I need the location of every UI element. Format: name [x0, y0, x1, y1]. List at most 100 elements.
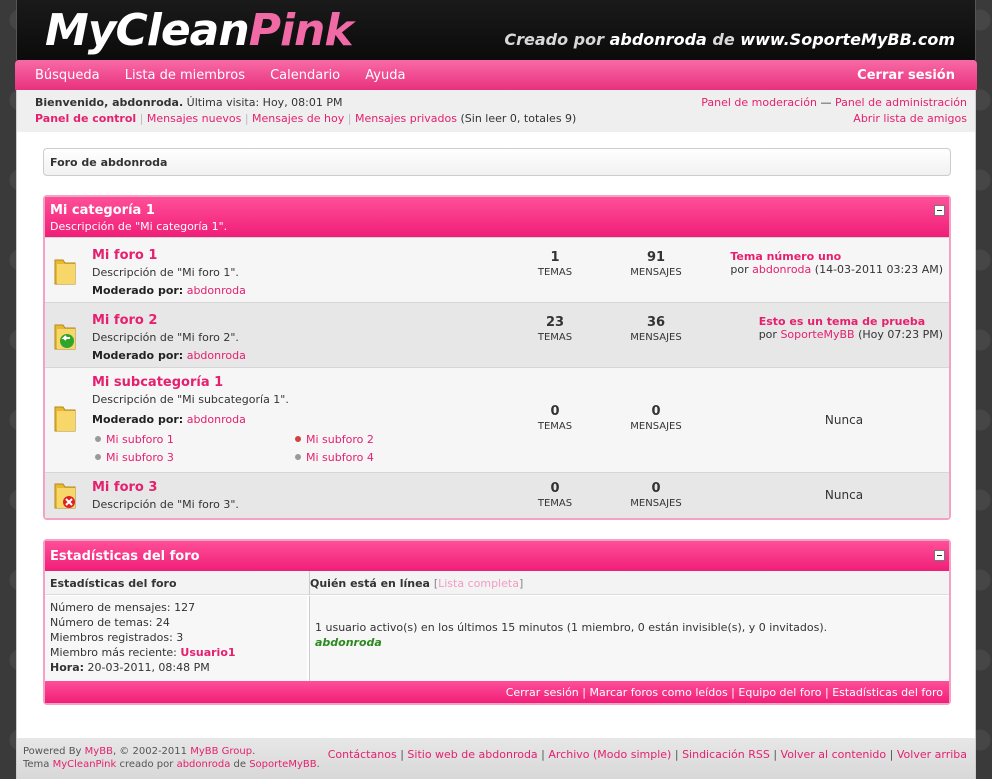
forum-description: Descripción de "Mi subcategoría 1".: [92, 393, 289, 406]
stats-footer: Cerrar sesión | Marcar foros como leídos…: [45, 681, 949, 703]
page-footer: Powered By MyBB, © 2002-2011 MyBB Group.…: [16, 738, 976, 779]
forum-moderator: Moderado por: abdonroda: [92, 413, 246, 426]
category-header: Mi categoría 1 Descripción de "Mi catego…: [45, 197, 949, 237]
stats-title[interactable]: Estadísticas del foro: [50, 549, 944, 564]
stats-table: Estadísticas del foro Estadísticas del f…: [43, 539, 951, 705]
footer-stats[interactable]: Estadísticas del foro: [832, 686, 943, 699]
last-post-title[interactable]: Tema número uno: [730, 250, 943, 263]
last-post: Esto es un tema de prueba por SoporteMyB…: [758, 315, 943, 341]
footer-logout[interactable]: Cerrar sesión: [506, 686, 579, 699]
back-to-top-link[interactable]: Volver arriba: [897, 748, 967, 761]
control-panel-link[interactable]: Panel de control: [35, 112, 136, 125]
private-messages-link[interactable]: Mensajes privados: [355, 112, 457, 125]
mod-panel-link[interactable]: Panel de moderación: [701, 96, 817, 109]
forum-description: Descripción de "Mi foro 3".: [92, 498, 239, 511]
logout-link[interactable]: Cerrar sesión: [857, 68, 955, 83]
thread-count: 23 TEMAS: [537, 315, 573, 343]
forum-moderator: Moderado por: abdonroda: [92, 349, 246, 362]
footer-mark-read[interactable]: Marcar foros como leídos: [589, 686, 727, 699]
admin-panel-link[interactable]: Panel de administración: [835, 96, 967, 109]
tagline-site: www.SoporteMyBB.com: [740, 30, 955, 49]
logo-part1: MyClean: [45, 5, 250, 56]
rss-link[interactable]: Sindicación RSS: [682, 748, 770, 761]
forum-stats: Número de mensajes: 127 Número de temas:…: [45, 596, 307, 683]
tagline-prefix: Creado por: [504, 30, 605, 49]
forum-name[interactable]: Mi foro 3: [92, 480, 157, 495]
forum-row: Mi subcategoría 1 Descripción de "Mi sub…: [45, 367, 949, 472]
website-link[interactable]: Sitio web de abdonroda: [407, 748, 537, 761]
menu-help[interactable]: Ayuda: [365, 68, 405, 83]
post-count: 91 MENSAJES: [630, 250, 682, 278]
tagline-mid: de: [712, 30, 735, 49]
subforum-link[interactable]: Mi subforo 4: [295, 451, 374, 464]
post-count: 0 MENSAJES: [630, 404, 682, 432]
menu-calendar[interactable]: Calendario: [270, 68, 340, 83]
footer-links: Contáctanos | Sitio web de abdonroda | A…: [327, 748, 967, 761]
forum-name[interactable]: Mi subcategoría 1: [92, 375, 223, 390]
today-posts-link[interactable]: Mensajes de hoy: [252, 112, 344, 125]
logo[interactable]: MyCleanPink: [45, 4, 354, 58]
last-post-user[interactable]: SoporteMyBB: [780, 328, 854, 341]
last-post-user[interactable]: abdonroda: [752, 263, 811, 276]
thread-count: 1 TEMAS: [537, 250, 573, 278]
mybb-link[interactable]: MyBB: [85, 746, 113, 757]
thread-count: 0 TEMAS: [537, 481, 573, 509]
pm-stats: (Sin leer 0, totales 9): [460, 112, 577, 125]
forum-description: Descripción de "Mi foro 1".: [92, 266, 239, 279]
new-posts-link[interactable]: Mensajes nuevos: [147, 112, 241, 125]
stats-col-label: Estadísticas del foro: [50, 577, 177, 590]
archive-link[interactable]: Archivo (Modo simple): [548, 748, 671, 761]
forum-row: Mi foro 2 Descripción de "Mi foro 2". Mo…: [45, 302, 949, 367]
mybb-group-link[interactable]: MyBB Group: [190, 746, 252, 757]
category-table: Mi categoría 1 Descripción de "Mi catego…: [43, 195, 951, 520]
last-post: Nunca: [824, 488, 864, 502]
whos-online: 1 usuario activo(s) en los últimos 15 mi…: [310, 596, 949, 683]
subforum-link[interactable]: Mi subforo 1: [95, 433, 174, 446]
header: MyCleanPink Creado por abdonroda de www.…: [16, 0, 976, 60]
last-visit: Última visita: Hoy, 08:01 PM: [186, 96, 343, 109]
breadcrumb: Foro de abdonroda: [43, 148, 951, 176]
forum-description: Descripción de "Mi foro 2".: [92, 331, 239, 344]
tagline: Creado por abdonroda de www.SoporteMyBB.…: [504, 30, 955, 49]
theme-link[interactable]: MyCleanPink: [53, 759, 117, 770]
thread-count: 0 TEMAS: [537, 404, 573, 432]
post-count: 0 MENSAJES: [630, 481, 682, 509]
folder-icon: [54, 406, 76, 432]
last-post: Nunca: [824, 413, 864, 427]
category-title[interactable]: Mi categoría 1: [50, 203, 944, 218]
forum-moderator: Moderado por: abdonroda: [92, 284, 246, 297]
logo-part2: Pink: [248, 5, 354, 56]
forum-name[interactable]: Mi foro 2: [92, 313, 157, 328]
collapse-icon[interactable]: [934, 550, 945, 561]
menu-members[interactable]: Lista de miembros: [125, 68, 245, 83]
site-link[interactable]: SoporteMyBB: [249, 759, 316, 770]
buddy-list-link[interactable]: Abrir lista de amigos: [853, 112, 967, 125]
collapse-icon[interactable]: [934, 205, 945, 216]
full-list-link[interactable]: Lista completa: [438, 577, 519, 590]
breadcrumb-home[interactable]: Foro de abdonroda: [50, 156, 167, 169]
back-to-content-link[interactable]: Volver al contenido: [781, 748, 887, 761]
last-post: Tema número uno por abdonroda (14-03-201…: [730, 250, 943, 276]
menu-search[interactable]: Búsqueda: [35, 68, 100, 83]
contact-link[interactable]: Contáctanos: [328, 748, 397, 761]
stats-header: Estadísticas del foro: [45, 541, 949, 571]
newest-member-link[interactable]: Usuario1: [180, 646, 235, 659]
tagline-author: abdonroda: [609, 30, 707, 49]
page-shell: MyCleanPink Creado por abdonroda de www.…: [15, 0, 977, 779]
folder-icon: [54, 259, 76, 285]
post-count: 36 MENSAJES: [630, 315, 682, 343]
last-post-title[interactable]: Esto es un tema de prueba: [759, 315, 943, 328]
subforum-link[interactable]: Mi subforo 3: [95, 451, 174, 464]
top-menu: Búsqueda Lista de miembros Calendario Ay…: [15, 60, 977, 90]
category-description: Descripción de "Mi categoría 1".: [50, 220, 228, 233]
online-col-label: Quién está en línea [Lista completa]: [310, 577, 524, 590]
author-link[interactable]: abdonroda: [177, 759, 231, 770]
folder-locked-icon: [54, 483, 76, 509]
subforum-link[interactable]: Mi subforo 2: [295, 433, 374, 446]
forum-name[interactable]: Mi foro 1: [92, 248, 157, 263]
online-user[interactable]: abdonroda: [315, 635, 944, 650]
main-content: Foro de abdonroda Mi categoría 1 Descrip…: [16, 132, 976, 738]
online-summary: 1 usuario activo(s) en los últimos 15 mi…: [315, 621, 828, 634]
forum-row: Mi foro 1 Descripción de "Mi foro 1". Mo…: [45, 237, 949, 302]
footer-team[interactable]: Equipo del foro: [738, 686, 821, 699]
